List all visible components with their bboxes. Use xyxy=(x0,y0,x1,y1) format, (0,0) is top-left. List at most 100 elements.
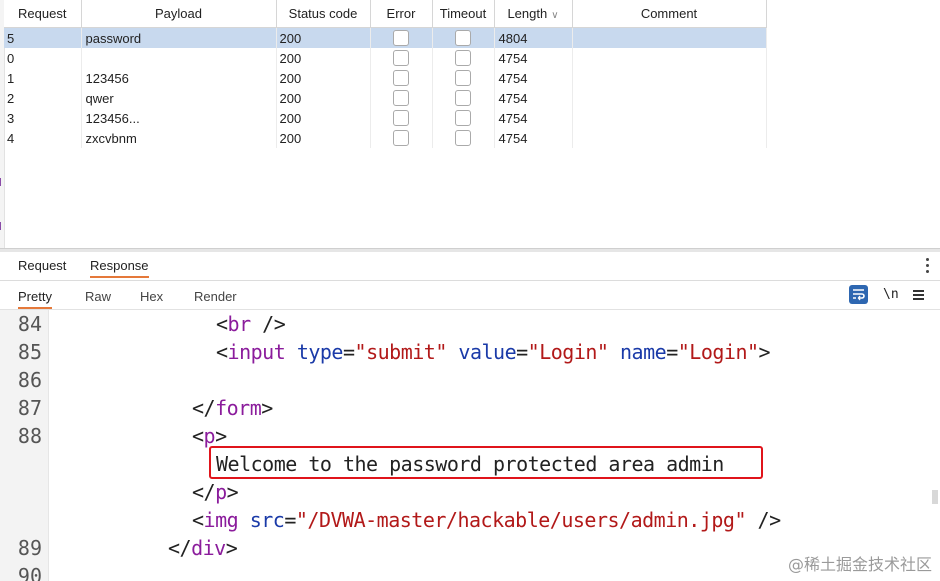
line-number: 89 xyxy=(17,536,42,560)
tab-raw[interactable]: Raw xyxy=(85,289,111,304)
line-number: 86 xyxy=(17,368,42,392)
cell-comment xyxy=(572,88,767,108)
more-options-icon[interactable] xyxy=(926,258,930,276)
cell-payload: 123456... xyxy=(81,108,277,128)
cell-error xyxy=(370,108,433,128)
side-marker xyxy=(0,222,4,230)
cell-timeout xyxy=(432,48,495,68)
cell-status-code: 200 xyxy=(276,68,371,88)
cell-comment xyxy=(572,128,767,148)
column-header-comment[interactable]: Comment xyxy=(572,0,767,28)
cell-length: 4754 xyxy=(494,48,573,68)
column-header-status-code[interactable]: Status code xyxy=(276,0,371,28)
column-header-timeout[interactable]: Timeout xyxy=(432,0,495,28)
word-wrap-icon[interactable] xyxy=(849,285,868,304)
code-line: <br /> xyxy=(216,312,286,336)
tab-hex[interactable]: Hex xyxy=(140,289,163,304)
timeout-checkbox[interactable] xyxy=(455,50,471,67)
cell-error xyxy=(370,128,433,148)
line-number: 84 xyxy=(17,312,42,336)
table-row[interactable]: 1 123456 200 4754 xyxy=(4,68,767,88)
line-number-gutter: 84 85 86 87 88 89 90 xyxy=(0,310,49,581)
view-tabs: Pretty Raw Hex Render \n xyxy=(0,281,940,310)
line-number: 85 xyxy=(17,340,42,364)
code-line: <p> xyxy=(192,424,227,448)
timeout-checkbox[interactable] xyxy=(455,110,471,127)
error-checkbox[interactable] xyxy=(393,130,409,147)
timeout-checkbox[interactable] xyxy=(455,90,471,107)
cell-request: 3 xyxy=(4,108,82,128)
cell-request: 0 xyxy=(4,48,82,68)
table-row[interactable]: 3 123456... 200 4754 xyxy=(4,108,767,128)
cell-request: 1 xyxy=(4,68,82,88)
column-header-request[interactable]: Request xyxy=(4,0,82,28)
cell-payload: qwer xyxy=(81,88,277,108)
cell-timeout xyxy=(432,88,495,108)
results-table: Request Payload Status code Error Timeou… xyxy=(4,0,767,148)
tab-response[interactable]: Response xyxy=(90,258,149,278)
cell-comment xyxy=(572,27,767,48)
message-tabs: Request Response xyxy=(0,252,940,281)
cell-length: 4804 xyxy=(494,27,573,48)
cell-error xyxy=(370,88,433,108)
cell-length: 4754 xyxy=(494,108,573,128)
cell-request: 5 xyxy=(4,27,82,48)
cell-error xyxy=(370,68,433,88)
table-row[interactable]: 4 zxcvbnm 200 4754 xyxy=(4,128,767,148)
cell-timeout xyxy=(432,27,495,48)
cell-status-code: 200 xyxy=(276,128,371,148)
line-number: 88 xyxy=(17,424,42,448)
cell-status-code: 200 xyxy=(276,48,371,68)
tab-request[interactable]: Request xyxy=(18,258,66,273)
scrollbar-thumb[interactable] xyxy=(932,490,938,504)
tab-pretty[interactable]: Pretty xyxy=(18,289,52,309)
cell-status-code: 200 xyxy=(276,108,371,128)
error-checkbox[interactable] xyxy=(393,70,409,87)
code-line: <input type="submit" value="Login" name=… xyxy=(216,340,771,364)
cell-payload xyxy=(81,48,277,68)
cell-comment xyxy=(572,68,767,88)
error-checkbox[interactable] xyxy=(393,90,409,107)
cell-status-code: 200 xyxy=(276,27,371,48)
code-line: </div> xyxy=(168,536,238,560)
table-row[interactable]: 5 password 200 4804 xyxy=(4,27,767,48)
cell-timeout xyxy=(432,128,495,148)
error-checkbox[interactable] xyxy=(393,50,409,67)
column-header-length-label: Length xyxy=(507,6,548,21)
timeout-checkbox[interactable] xyxy=(455,130,471,147)
tab-render[interactable]: Render xyxy=(194,289,237,304)
cell-timeout xyxy=(432,68,495,88)
table-row[interactable]: 0 200 4754 xyxy=(4,48,767,68)
cell-comment xyxy=(572,48,767,68)
line-number: 90 xyxy=(17,564,42,581)
cell-length: 4754 xyxy=(494,88,573,108)
error-checkbox[interactable] xyxy=(393,30,409,47)
side-marker xyxy=(0,178,4,186)
code-line: </p> xyxy=(192,480,239,504)
column-header-length[interactable]: Length ∨ xyxy=(494,0,573,28)
highlight-annotation-box xyxy=(209,446,763,479)
sort-chevron-down-icon: ∨ xyxy=(551,10,559,21)
timeout-checkbox[interactable] xyxy=(455,70,471,87)
error-checkbox[interactable] xyxy=(393,110,409,127)
cell-request: 4 xyxy=(4,128,82,148)
table-header-row: Request Payload Status code Error Timeou… xyxy=(4,0,767,28)
cell-length: 4754 xyxy=(494,68,573,88)
cell-request: 2 xyxy=(4,88,82,108)
code-line: </form> xyxy=(192,396,273,420)
column-header-error[interactable]: Error xyxy=(370,0,433,28)
cell-status-code: 200 xyxy=(276,88,371,108)
cell-payload: zxcvbnm xyxy=(81,128,277,148)
cell-timeout xyxy=(432,108,495,128)
cell-payload: password xyxy=(81,27,277,48)
hamburger-menu-icon[interactable] xyxy=(913,290,924,302)
show-newlines-button[interactable]: \n xyxy=(883,287,899,302)
cell-payload: 123456 xyxy=(81,68,277,88)
timeout-checkbox[interactable] xyxy=(455,30,471,47)
table-row[interactable]: 2 qwer 200 4754 xyxy=(4,88,767,108)
code-line: <img src="/DVWA-master/hackable/users/ad… xyxy=(192,508,781,532)
column-header-payload[interactable]: Payload xyxy=(81,0,277,28)
cell-error xyxy=(370,27,433,48)
results-panel: Request Payload Status code Error Timeou… xyxy=(0,0,940,248)
cell-length: 4754 xyxy=(494,128,573,148)
